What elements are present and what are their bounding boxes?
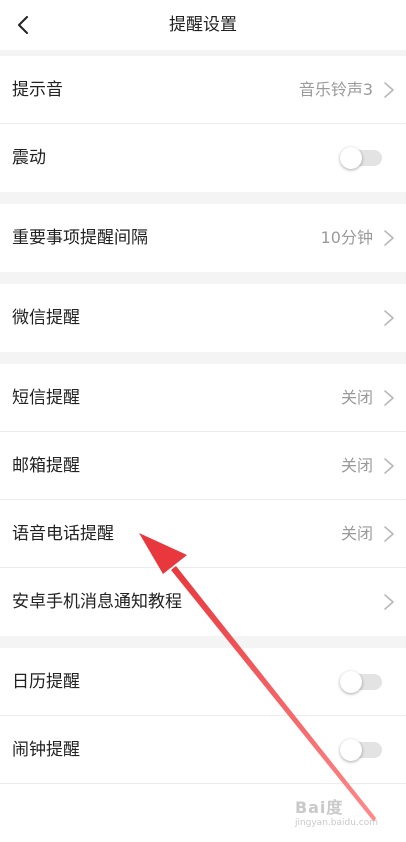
toggle-knob: [340, 739, 362, 761]
navigation-bar: 提醒设置: [0, 0, 406, 50]
chevron-right-icon: [382, 592, 396, 612]
sms-value: 关闭: [340, 388, 373, 407]
interval-label: 重要事项提醒间隔: [12, 228, 148, 248]
wechat-label: 微信提醒: [12, 308, 80, 328]
interval-setting-row[interactable]: 重要事项提醒间隔 10分钟: [0, 204, 406, 272]
chevron-right-icon: [382, 228, 396, 248]
voice-call-value: 关闭: [340, 524, 373, 543]
sms-label: 短信提醒: [12, 388, 80, 408]
calendar-label: 日历提醒: [12, 672, 80, 692]
calendar-toggle[interactable]: [340, 671, 382, 693]
android-tutorial-label: 安卓手机消息通知教程: [12, 592, 182, 612]
email-value: 关闭: [340, 456, 373, 475]
section-separator: [0, 272, 406, 284]
sms-setting-row[interactable]: 短信提醒 关闭: [0, 364, 406, 432]
email-setting-row[interactable]: 邮箱提醒 关闭: [0, 432, 406, 500]
chevron-right-icon: [382, 80, 396, 100]
chevron-right-icon: [382, 456, 396, 476]
chevron-right-icon: [382, 388, 396, 408]
toggle-knob: [340, 671, 362, 693]
watermark-text: Bai度: [294, 798, 344, 817]
voice-call-setting-row[interactable]: 语音电话提醒 关闭: [0, 500, 406, 568]
sound-setting-row[interactable]: 提示音 音乐铃声3: [0, 56, 406, 124]
android-tutorial-row[interactable]: 安卓手机消息通知教程: [0, 568, 406, 636]
wechat-setting-row[interactable]: 微信提醒: [0, 284, 406, 352]
alarm-setting-row: 闹钟提醒: [0, 716, 406, 784]
email-label: 邮箱提醒: [12, 456, 80, 476]
chevron-right-icon: [382, 308, 396, 328]
section-separator: [0, 352, 406, 364]
alarm-toggle[interactable]: [340, 739, 382, 761]
alarm-label: 闹钟提醒: [12, 740, 80, 760]
vibrate-toggle[interactable]: [340, 147, 382, 169]
back-button[interactable]: [10, 10, 40, 40]
baidu-watermark: Bai度 jingyan.baidu.com: [295, 794, 378, 828]
vibrate-setting-row: 震动: [0, 124, 406, 192]
sound-value: 音乐铃声3: [298, 80, 373, 99]
watermark-subtext: jingyan.baidu.com: [294, 818, 378, 828]
vibrate-label: 震动: [12, 148, 46, 168]
chevron-left-icon: [18, 16, 28, 34]
section-separator: [0, 636, 406, 648]
voice-call-label: 语音电话提醒: [12, 524, 114, 544]
section-separator: [0, 192, 406, 204]
interval-value: 10分钟: [320, 228, 373, 247]
sound-label: 提示音: [12, 80, 63, 100]
chevron-right-icon: [382, 524, 396, 544]
page-title: 提醒设置: [169, 15, 237, 35]
calendar-setting-row: 日历提醒: [0, 648, 406, 716]
toggle-knob: [340, 147, 362, 169]
